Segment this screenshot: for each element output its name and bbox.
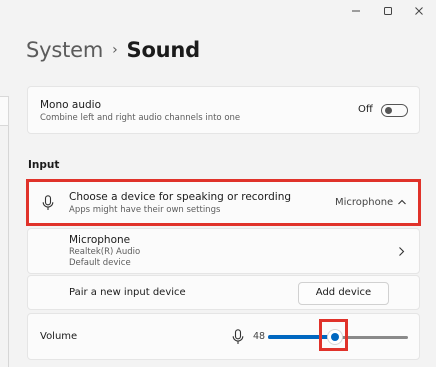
minimize-icon [352, 10, 360, 12]
page-title: Sound [126, 38, 201, 62]
mono-audio-description: Combine left and right audio channels in… [40, 113, 241, 123]
maximize-button[interactable] [371, 0, 405, 22]
volume-thumb-highlight-box [319, 319, 348, 351]
close-icon [415, 7, 423, 15]
device-driver: Realtek(R) Audio [69, 247, 141, 257]
breadcrumb: System › Sound [26, 38, 200, 62]
pair-input-label: Pair a new input device [69, 287, 186, 298]
breadcrumb-system[interactable]: System [26, 38, 103, 62]
microphone-device-row[interactable]: Microphone Realtek(R) Audio Default devi… [27, 228, 420, 274]
mono-audio-toggle[interactable] [381, 104, 408, 117]
maximize-icon [384, 7, 392, 15]
minimize-button[interactable] [339, 0, 373, 22]
nav-pane-divider [8, 126, 9, 367]
mono-audio-state-label: Off [358, 104, 373, 115]
pair-input-device-row: Pair a new input device Add device [27, 275, 420, 310]
nav-pane-edge [0, 96, 9, 126]
close-button[interactable] [402, 0, 436, 22]
volume-row: Volume 48 [27, 313, 420, 360]
microphone-icon[interactable] [232, 329, 244, 345]
chooser-highlight-box [26, 179, 421, 226]
mono-audio-card: Mono audio Combine left and right audio … [27, 86, 420, 134]
volume-label: Volume [40, 331, 78, 342]
chevron-right-icon[interactable] [398, 246, 405, 257]
device-status: Default device [69, 258, 131, 268]
toggle-thumb [385, 107, 392, 114]
add-device-button[interactable]: Add device [298, 282, 389, 305]
device-name: Microphone [69, 234, 131, 246]
input-section-header: Input [28, 159, 60, 171]
volume-value: 48 [253, 331, 266, 342]
breadcrumb-separator-icon: › [112, 42, 118, 58]
mono-audio-title: Mono audio [40, 99, 101, 111]
